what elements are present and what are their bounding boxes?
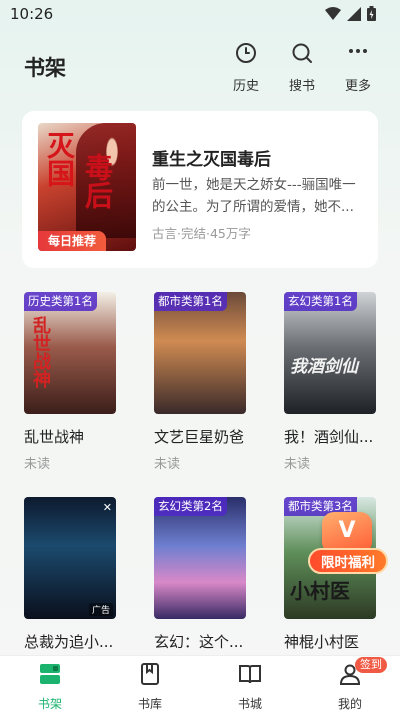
status-icons	[325, 6, 376, 21]
history-button[interactable]: 历史	[226, 41, 266, 94]
featured-book-card[interactable]: 灭国 毒后 每日推荐 重生之灭国毒后 前一世，她是天之娇女---骊国唯一的公主。…	[22, 111, 378, 268]
search-icon	[292, 43, 312, 63]
book-title: 乱世战神	[24, 428, 85, 446]
cover-title-art: 灭国	[43, 131, 76, 187]
book-title: 总裁为追小...	[24, 633, 114, 651]
bottom-nav: 书架 书库 书城 我的	[0, 655, 400, 711]
nav-item-bookstore[interactable]: 书城	[220, 662, 280, 711]
clock-icon	[236, 43, 256, 63]
search-label: 搜书	[288, 79, 315, 94]
book-read-status: 未读	[154, 457, 181, 472]
book-item[interactable]: 都市类第1名 文艺巨星奶爸 未读	[154, 292, 246, 472]
book-cover: 乱世战神 历史类第1名	[24, 292, 116, 414]
bookstore-icon	[239, 665, 261, 684]
rank-badge: 玄幻类第2名	[154, 497, 227, 516]
book-title: 文艺巨星奶爸	[154, 428, 245, 446]
cover-title-art: 我酒剑仙	[290, 357, 358, 377]
more-button[interactable]: 更多	[338, 41, 378, 94]
nav-label: 书城	[237, 697, 262, 711]
daily-recommend-badge: 每日推荐	[38, 231, 106, 251]
limited-welfare-promo[interactable]: V 限时福利	[308, 512, 388, 576]
featured-book-meta: 古言·完结·45万字	[152, 226, 251, 241]
battery-icon	[367, 6, 376, 21]
wifi-icon	[325, 6, 341, 20]
book-read-status: 未读	[284, 457, 311, 472]
cover-title-art: 小村医	[290, 579, 350, 603]
more-label: 更多	[344, 79, 371, 94]
cover-title-art-2: 毒后	[81, 153, 114, 209]
nav-label: 书架	[37, 697, 62, 711]
history-label: 历史	[232, 79, 259, 94]
bookshelf-icon	[40, 664, 60, 684]
ad-tag: 广告	[88, 603, 113, 616]
status-bar: 10:26	[0, 0, 400, 28]
nav-item-bookshelf[interactable]: 书架	[20, 662, 80, 711]
vip-glyph: V	[338, 518, 356, 543]
signal-icon	[347, 6, 361, 21]
nav-label: 书库	[137, 697, 162, 711]
book-title: 神棍小村医	[284, 633, 360, 651]
status-time: 10:26	[10, 5, 54, 23]
library-icon	[141, 663, 159, 685]
signin-badge[interactable]: 签到	[355, 657, 387, 673]
book-item[interactable]: 我酒剑仙 玄幻类第1名 我！酒剑仙... 未读	[284, 292, 376, 472]
book-cover: 都市类第1名	[154, 292, 246, 414]
featured-book-title: 重生之灭国毒后	[152, 150, 271, 170]
rank-badge: 玄幻类第1名	[284, 292, 357, 311]
book-item[interactable]: 玄幻类第2名 玄幻：这个...	[154, 497, 246, 652]
featured-book-description: 前一世，她是天之娇女---骊国唯一的公主。为了所谓的爱情，她不...	[152, 177, 356, 215]
book-title: 我！酒剑仙...	[284, 428, 374, 446]
promo-label: 限时福利	[308, 548, 388, 574]
book-cover: 我酒剑仙 玄幻类第1名	[284, 292, 376, 414]
cover-title-art: 乱世战神	[30, 316, 51, 388]
book-item[interactable]: ✕ 广告 总裁为追小...	[24, 497, 116, 652]
book-cover: ✕ 广告	[24, 497, 116, 619]
book-title: 玄幻：这个...	[154, 633, 244, 651]
more-icon	[349, 49, 367, 53]
nav-item-library[interactable]: 书库	[120, 662, 180, 711]
close-icon[interactable]: ✕	[103, 501, 112, 514]
book-item[interactable]: 乱世战神 历史类第1名 乱世战神 未读	[24, 292, 116, 472]
page-title: 书架	[24, 56, 66, 80]
rank-badge: 历史类第1名	[24, 292, 97, 311]
rank-badge: 都市类第1名	[154, 292, 227, 311]
book-read-status: 未读	[24, 457, 51, 472]
book-cover: 玄幻类第2名	[154, 497, 246, 619]
search-button[interactable]: 搜书	[282, 41, 322, 94]
nav-label: 我的	[337, 697, 362, 711]
